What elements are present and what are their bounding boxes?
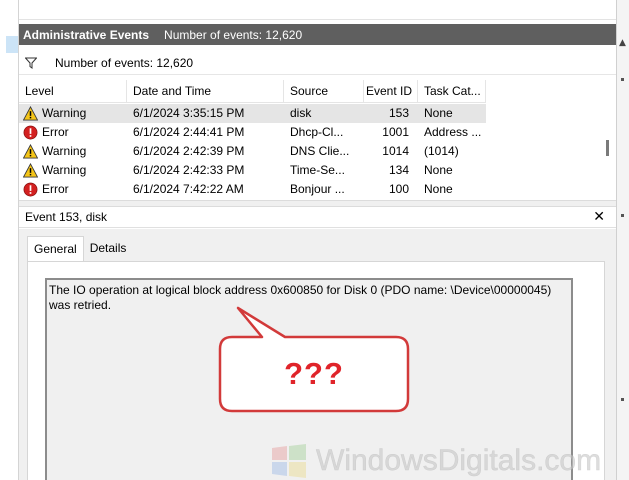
- windows-logo-icon: [272, 444, 306, 478]
- column-header-event-id[interactable]: Event ID: [364, 80, 418, 103]
- filter-bar: Number of events: 12,620: [19, 52, 616, 75]
- actions-pane[interactable]: ▲: [616, 0, 629, 480]
- table-row[interactable]: Warning 6/1/2024 3:35:15 PM disk 153 Non…: [19, 104, 486, 123]
- view-title-bar: Administrative Events Number of events: …: [19, 24, 616, 45]
- pane-splitter[interactable]: [19, 200, 616, 207]
- detail-tabs: General Details: [27, 236, 133, 262]
- top-strip: [19, 0, 616, 20]
- column-header-level[interactable]: Level: [19, 80, 127, 103]
- event-id-cell: 134: [388, 163, 409, 177]
- event-id-cell: 153: [388, 106, 409, 120]
- column-header-task-category[interactable]: Task Cat...: [418, 80, 486, 103]
- level-cell: Warning: [19, 104, 127, 123]
- filter-event-count: Number of events: 12,620: [55, 56, 194, 70]
- tab-general[interactable]: General: [27, 236, 84, 262]
- date-cell: 6/1/2024 2:42:39 PM: [133, 144, 245, 158]
- events-list[interactable]: Level Date and Time Source Event ID Task…: [19, 80, 616, 199]
- table-row[interactable]: Error 6/1/2024 2:44:41 PM Dhcp-Cl... 100…: [19, 123, 486, 142]
- error-icon: [23, 182, 38, 197]
- scrollbar-thumb[interactable]: [606, 140, 609, 156]
- action-bullet-icon: [621, 214, 624, 217]
- warning-icon: [23, 144, 38, 159]
- events-table-header: Level Date and Time Source Event ID Task…: [19, 80, 486, 103]
- task-category-cell: Address ...: [424, 125, 482, 139]
- date-cell: 6/1/2024 2:42:33 PM: [133, 163, 245, 177]
- events-scrollbar[interactable]: [601, 80, 616, 199]
- event-id-cell: 1001: [382, 125, 409, 139]
- error-icon: [23, 125, 38, 140]
- level-cell: Warning: [19, 161, 127, 180]
- actions-pane-divider[interactable]: [616, 0, 617, 480]
- task-category-cell: None: [424, 106, 453, 120]
- column-header-source[interactable]: Source: [284, 80, 364, 103]
- source-cell: Bonjour ...: [290, 182, 345, 196]
- date-cell: 6/1/2024 3:35:15 PM: [133, 106, 245, 120]
- level-cell: Warning: [19, 142, 127, 161]
- filter-icon[interactable]: [25, 57, 37, 69]
- source-cell: DNS Clie...: [290, 144, 350, 158]
- level-cell: Error: [19, 180, 127, 199]
- events-table-body: Warning 6/1/2024 3:35:15 PM disk 153 Non…: [19, 104, 486, 199]
- level-cell: Error: [19, 123, 127, 142]
- column-header-date-time[interactable]: Date and Time: [127, 80, 284, 103]
- level-label: Error: [42, 125, 69, 139]
- watermark-text: WindowsDigitals.com: [316, 444, 602, 478]
- source-cell: disk: [290, 106, 312, 120]
- console-tree-pane[interactable]: [0, 0, 19, 480]
- source-cell: Time-Se...: [290, 163, 345, 177]
- tab-details[interactable]: Details: [84, 237, 133, 261]
- table-row[interactable]: Warning 6/1/2024 2:42:33 PM Time-Se... 1…: [19, 161, 486, 180]
- table-row[interactable]: Warning 6/1/2024 2:42:39 PM DNS Clie... …: [19, 142, 486, 161]
- collapse-arrow-icon[interactable]: ▲: [619, 38, 627, 48]
- warning-icon: [23, 163, 38, 178]
- action-bullet-icon: [621, 78, 624, 81]
- view-event-count: Number of events: 12,620: [164, 27, 303, 42]
- task-category-cell: (1014): [424, 144, 459, 158]
- event-detail-title: Event 153, disk: [25, 210, 108, 224]
- action-bullet-icon: [621, 398, 624, 401]
- level-label: Error: [42, 182, 69, 196]
- task-category-cell: None: [424, 163, 453, 177]
- console-tree-selection[interactable]: [6, 36, 18, 53]
- task-category-cell: None: [424, 182, 453, 196]
- callout-question-marks: ???: [284, 356, 344, 391]
- date-cell: 6/1/2024 7:42:22 AM: [133, 182, 244, 196]
- warning-icon: [23, 106, 38, 121]
- level-label: Warning: [42, 106, 87, 120]
- date-cell: 6/1/2024 2:44:41 PM: [133, 125, 245, 139]
- table-row[interactable]: Error 6/1/2024 7:42:22 AM Bonjour ... 10…: [19, 180, 486, 199]
- event-id-cell: 100: [388, 182, 409, 196]
- level-label: Warning: [42, 163, 87, 177]
- event-detail-header: Event 153, disk ✕: [19, 207, 616, 228]
- view-title: Administrative Events: [23, 27, 150, 42]
- level-label: Warning: [42, 144, 87, 158]
- event-id-cell: 1014: [382, 144, 409, 158]
- source-cell: Dhcp-Cl...: [290, 125, 344, 139]
- watermark: WindowsDigitals.com: [270, 444, 601, 478]
- close-icon[interactable]: ✕: [593, 209, 605, 225]
